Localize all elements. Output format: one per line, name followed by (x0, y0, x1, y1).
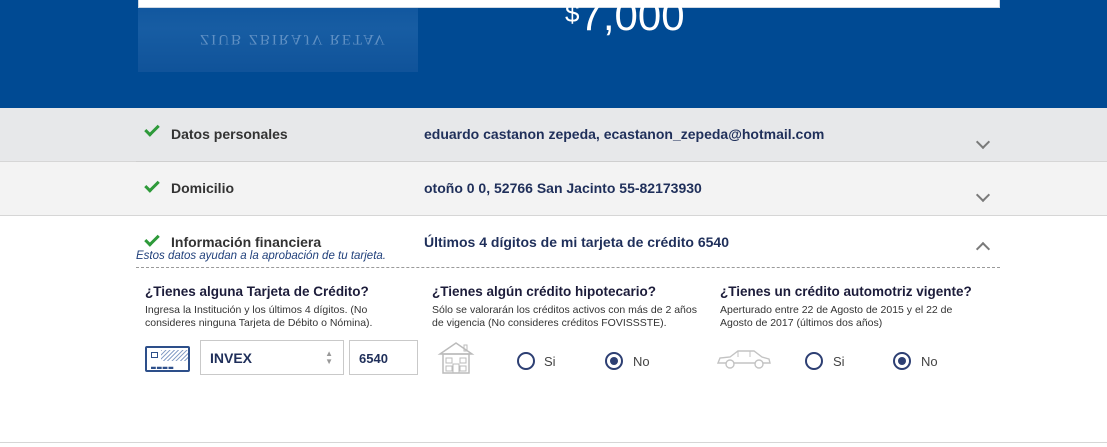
card-dots: ▬▬▬▬ (151, 363, 175, 372)
section-value: eduardo castanon zepeda, ecastanon_zeped… (424, 126, 825, 142)
section-value: Últimos 4 dígitos de mi tarjeta de crédi… (424, 234, 729, 250)
chevron-up-icon[interactable] (975, 241, 991, 257)
house-icon (437, 342, 475, 374)
select-arrows-icon: ▲ ▼ (325, 349, 333, 366)
mortgage-desc-2: de vigencia (No consideres créditos FOVI… (432, 317, 667, 329)
credit-card-icon: ▬▬▬▬ (145, 346, 190, 372)
mortgage-radio-no[interactable] (605, 352, 623, 370)
section-subtitle: Estos datos ayudan a la aprobación de tu… (136, 250, 386, 262)
credit-amount: $7,000 (565, 0, 685, 40)
mortgage-desc-1: Sólo se valorarán los créditos activos c… (432, 304, 697, 316)
header-banner: ZIUB ZBIRAJV RETAV $7,000 (0, 0, 1107, 108)
auto-radio-si[interactable] (805, 352, 823, 370)
section-label: Domicilio (171, 180, 235, 196)
auto-label-si[interactable]: Si (833, 354, 845, 369)
auto-radio-no[interactable] (893, 352, 911, 370)
section-domicilio[interactable]: Domicilio otoño 0 0, 52766 San Jacinto 5… (0, 162, 1107, 216)
card-stripe (161, 350, 188, 361)
auto-label-no[interactable]: No (921, 354, 938, 369)
dashed-divider (136, 267, 1000, 268)
mortgage-label-si[interactable]: Si (544, 354, 556, 369)
card-last-digits-input[interactable]: 6540 (349, 340, 418, 375)
card-chip (151, 352, 158, 358)
chevron-down-icon[interactable] (975, 134, 991, 150)
card-last-digits-value: 6540 (359, 351, 388, 366)
auto-desc-1: Aperturado entre 22 de Agosto de 2015 y … (720, 304, 953, 316)
car-icon (716, 350, 771, 369)
credit-card-desc-1: Ingresa la Institución y los últimos 4 d… (145, 304, 368, 316)
section-value: otoño 0 0, 52766 San Jacinto 55-82173930 (424, 180, 702, 196)
credit-card-desc-2: consideres ninguna Tarjeta de Débito o N… (145, 317, 373, 329)
banner-photo-text: ZIUB ZBIRAJV RETAV (200, 31, 387, 47)
institution-select[interactable]: INVEX ▲ ▼ (200, 340, 344, 375)
currency-symbol: $ (565, 0, 580, 28)
check-icon (144, 231, 160, 247)
check-icon (144, 177, 160, 193)
institution-selected-value: INVEX (210, 350, 253, 366)
auto-desc-2: Agosto de 2017 (últimos dos años) (720, 317, 883, 329)
credit-card-question: ¿Tienes alguna Tarjeta de Crédito? (145, 284, 369, 299)
check-icon (144, 121, 160, 137)
mortgage-question: ¿Tienes algún crédito hipotecario? (432, 284, 657, 299)
mortgage-radio-si[interactable] (517, 352, 535, 370)
section-label: Datos personales (171, 126, 288, 142)
mortgage-label-no[interactable]: No (633, 354, 650, 369)
section-label[interactable]: Información financiera (171, 234, 321, 250)
bottom-divider (0, 442, 1107, 443)
section-datos-personales[interactable]: Datos personales eduardo castanon zepeda… (0, 108, 1107, 162)
section-informacion-financiera: Información financiera Últimos 4 dígitos… (0, 216, 1107, 442)
amount-value: 7,000 (579, 0, 685, 39)
chevron-down-icon[interactable] (975, 187, 991, 203)
auto-question: ¿Tienes un crédito automotriz vigente? (720, 284, 972, 299)
